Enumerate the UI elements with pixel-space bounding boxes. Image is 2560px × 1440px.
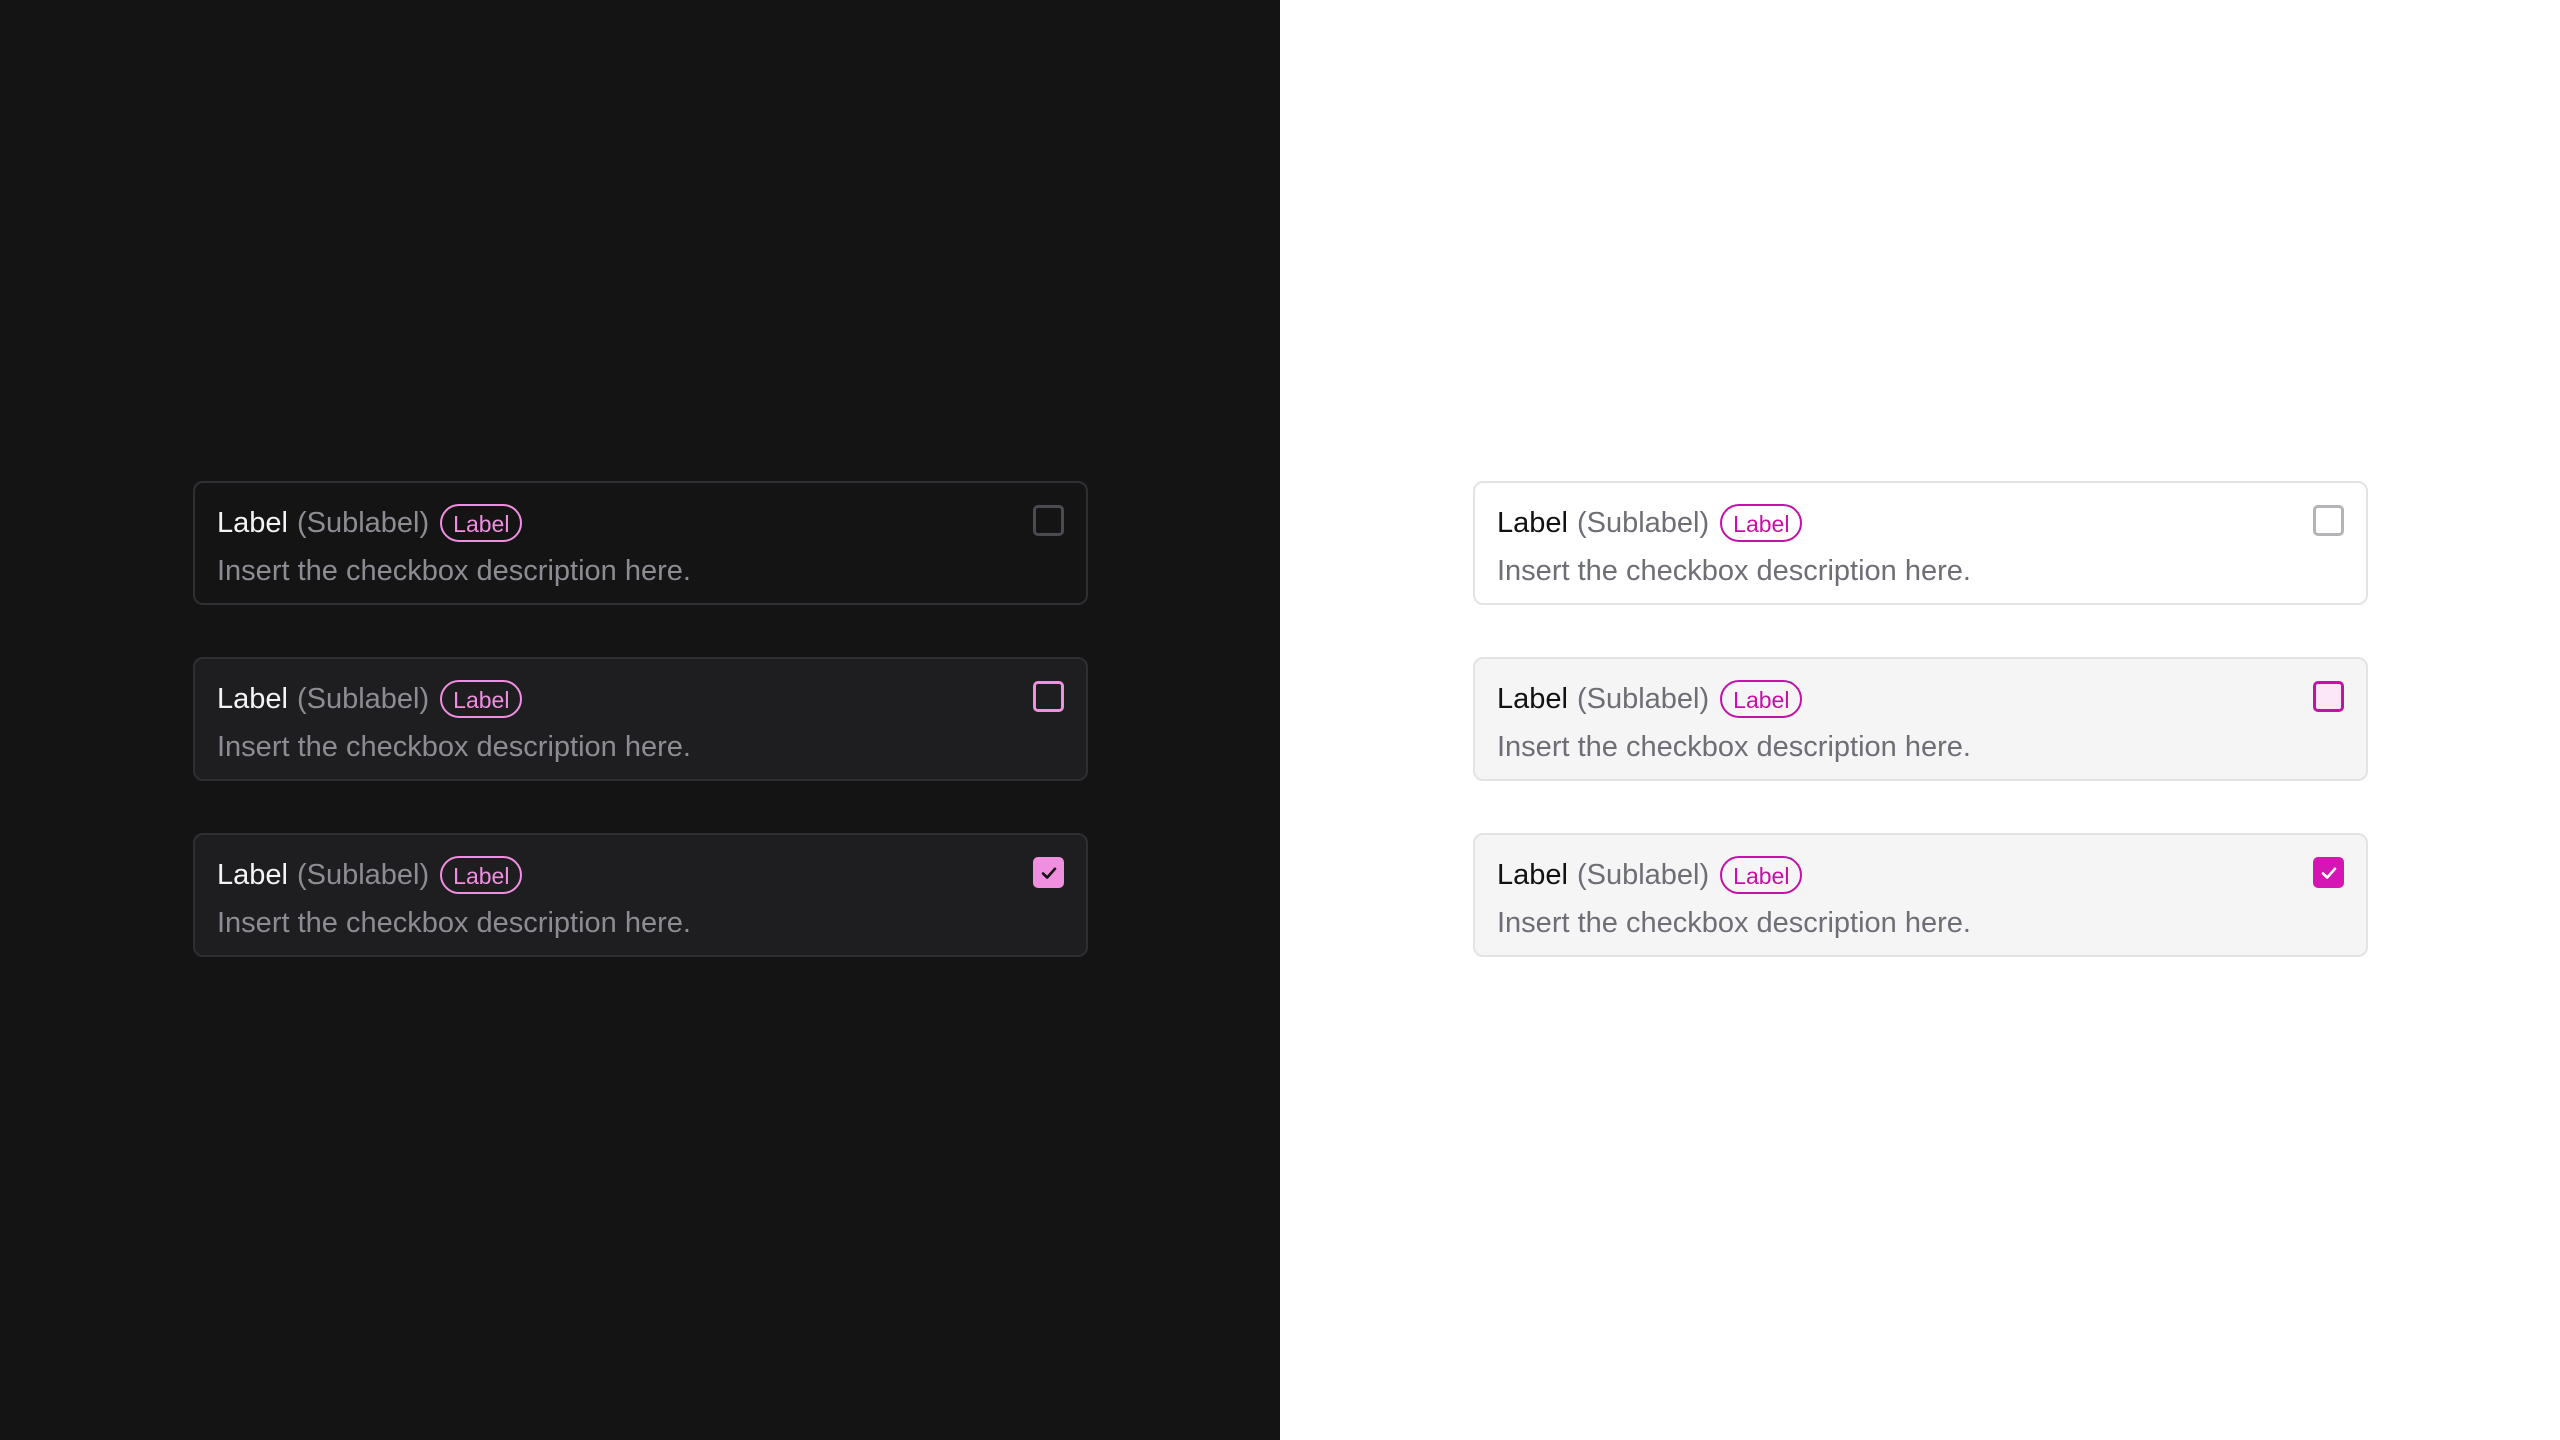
page: Label (Sublabel) Label Insert the checkb… — [0, 0, 2560, 1440]
light-theme-panel: Label (Sublabel) Label Insert the checkb… — [1280, 0, 2560, 1440]
card-badge: Label — [1720, 856, 1803, 894]
card-title-row: Label (Sublabel) Label — [1497, 679, 1803, 719]
checkmark-icon — [1041, 867, 1056, 879]
checkbox-card-checked[interactable]: Label (Sublabel) Label Insert the checkb… — [1473, 833, 2368, 957]
checkbox-card-hover[interactable]: Label (Sublabel) Label Insert the checkb… — [193, 657, 1088, 781]
card-sublabel: (Sublabel) — [1576, 506, 1710, 539]
card-badge: Label — [440, 504, 523, 542]
card-title-row: Label (Sublabel) Label — [1497, 503, 1803, 543]
card-label: Label — [217, 506, 288, 539]
checkbox[interactable] — [1033, 505, 1064, 536]
checkbox-card-default[interactable]: Label (Sublabel) Label Insert the checkb… — [193, 481, 1088, 605]
card-label: Label — [1497, 858, 1568, 891]
card-description: Insert the checkbox description here. — [217, 555, 691, 587]
card-sublabel: (Sublabel) — [296, 858, 430, 891]
card-sublabel: (Sublabel) — [1576, 858, 1710, 891]
checkbox-card-default[interactable]: Label (Sublabel) Label Insert the checkb… — [1473, 481, 2368, 605]
checkbox[interactable] — [2313, 505, 2344, 536]
checkbox[interactable] — [1033, 681, 1064, 712]
card-description: Insert the checkbox description here. — [1497, 555, 1971, 587]
card-title-row: Label (Sublabel) Label — [217, 503, 523, 543]
card-sublabel: (Sublabel) — [1576, 682, 1710, 715]
card-label: Label — [1497, 506, 1568, 539]
card-title-row: Label (Sublabel) Label — [217, 855, 523, 895]
card-title-row: Label (Sublabel) Label — [1497, 855, 1803, 895]
dark-theme-panel: Label (Sublabel) Label Insert the checkb… — [0, 0, 1280, 1440]
checkmark-icon — [2321, 867, 2336, 879]
card-description: Insert the checkbox description here. — [1497, 907, 1971, 939]
card-sublabel: (Sublabel) — [296, 506, 430, 539]
card-label: Label — [217, 858, 288, 891]
card-description: Insert the checkbox description here. — [217, 731, 691, 763]
card-title-row: Label (Sublabel) Label — [217, 679, 523, 719]
card-badge: Label — [440, 680, 523, 718]
card-description: Insert the checkbox description here. — [1497, 731, 1971, 763]
card-sublabel: (Sublabel) — [296, 682, 430, 715]
card-badge: Label — [1720, 680, 1803, 718]
checkbox-card-checked[interactable]: Label (Sublabel) Label Insert the checkb… — [193, 833, 1088, 957]
checkbox[interactable] — [2313, 681, 2344, 712]
card-label: Label — [217, 682, 288, 715]
card-badge: Label — [440, 856, 523, 894]
checkbox-checked[interactable] — [2313, 857, 2344, 888]
card-label: Label — [1497, 682, 1568, 715]
checkbox-card-hover[interactable]: Label (Sublabel) Label Insert the checkb… — [1473, 657, 2368, 781]
card-description: Insert the checkbox description here. — [217, 907, 691, 939]
checkbox-checked[interactable] — [1033, 857, 1064, 888]
card-badge: Label — [1720, 504, 1803, 542]
